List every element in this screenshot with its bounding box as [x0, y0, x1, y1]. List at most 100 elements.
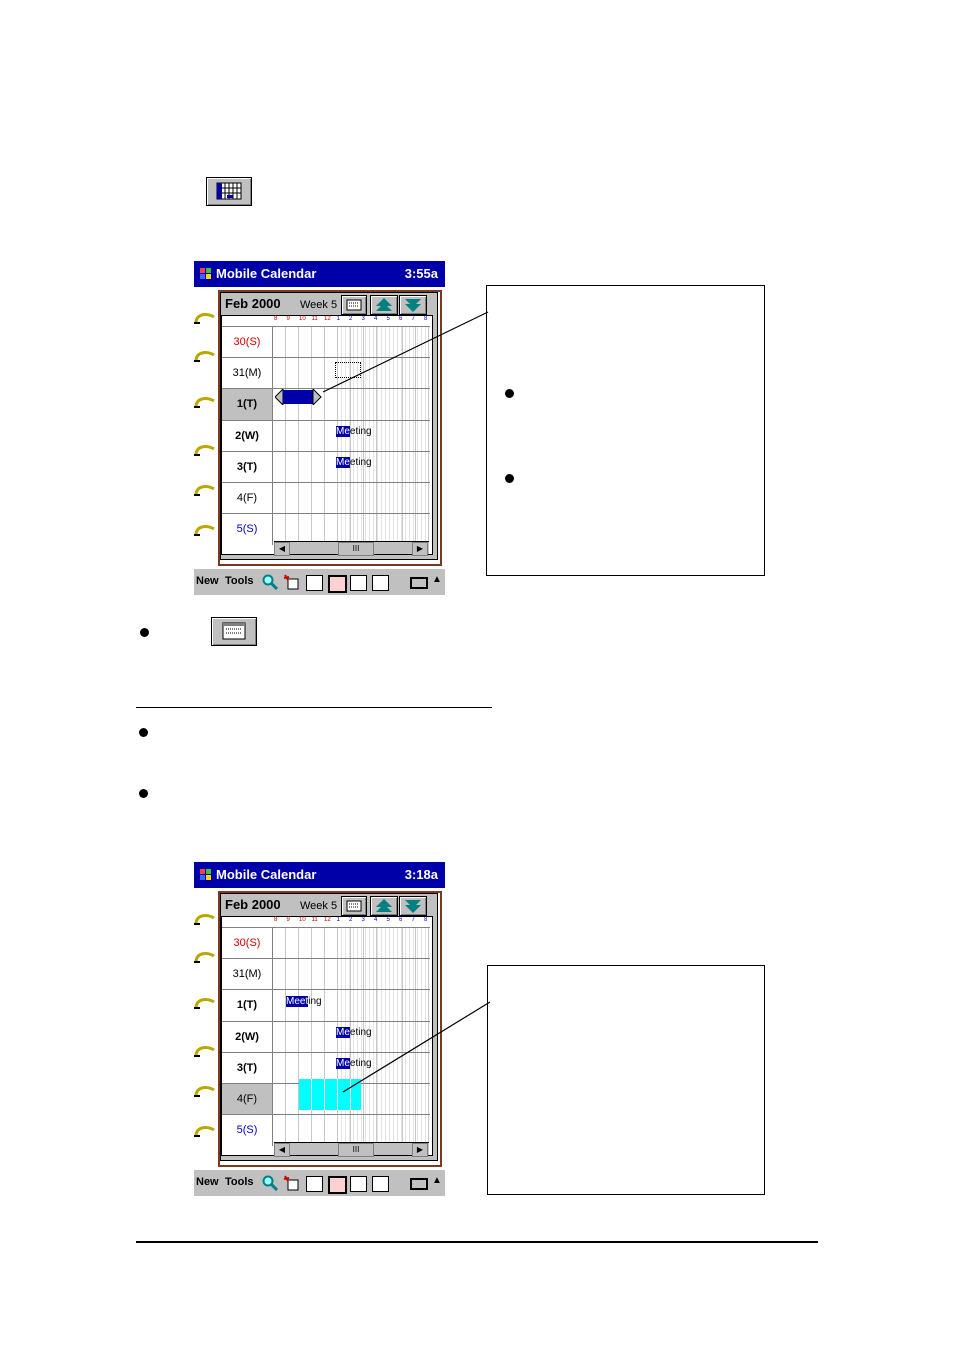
day-label[interactable]: 3(T): [222, 451, 273, 483]
callout-box-1: [486, 285, 765, 576]
new-appointment-icon[interactable]: [283, 1175, 299, 1191]
app-title: Mobile Calendar: [216, 867, 317, 882]
scroll-left-icon[interactable]: ◀: [274, 542, 290, 556]
windows-start-icon: [198, 266, 213, 281]
horizontal-scrollbar[interactable]: ◀ III ▶: [274, 541, 429, 556]
command-bar: New Tools ▲: [194, 568, 445, 595]
hour-tick-label: 12: [324, 917, 331, 923]
scroll-thumb[interactable]: III: [338, 1143, 374, 1157]
selected-event[interactable]: [275, 389, 323, 405]
footer-rule: [136, 1241, 818, 1243]
day-label[interactable]: 5(S): [222, 1115, 273, 1147]
sip-arrow-icon[interactable]: ▲: [432, 574, 442, 585]
new-appointment-icon[interactable]: [283, 574, 299, 590]
windows-start-icon: [198, 867, 213, 882]
hour-tick-label: 3: [361, 917, 365, 923]
day-label[interactable]: 1(T): [222, 389, 273, 421]
day-label[interactable]: 4(F): [222, 483, 273, 514]
prev-week-button[interactable]: [370, 896, 398, 916]
hour-cells[interactable]: [273, 483, 429, 514]
day-label[interactable]: 31(M): [222, 959, 273, 991]
day-label[interactable]: 4(F): [222, 1084, 273, 1115]
day-row[interactable]: 31(M): [222, 958, 430, 991]
hour-cells[interactable]: [273, 928, 429, 959]
day-label[interactable]: 1(T): [222, 990, 273, 1022]
scroll-right-icon[interactable]: ▶: [412, 542, 428, 556]
agenda-view-icon[interactable]: [372, 1176, 389, 1192]
search-icon[interactable]: [262, 574, 278, 590]
day-view-icon[interactable]: [306, 575, 323, 591]
bullet: [139, 789, 148, 798]
scroll-left-icon[interactable]: ◀: [274, 1143, 290, 1157]
day-label[interactable]: 31(M): [222, 358, 273, 390]
day-label[interactable]: 2(W): [222, 1021, 273, 1053]
view-toggle-button[interactable]: [341, 896, 367, 916]
hour-tick-label: 7: [411, 917, 415, 923]
next-week-button[interactable]: [399, 896, 427, 916]
search-icon[interactable]: [262, 1175, 278, 1191]
agenda-view-icon[interactable]: [372, 575, 389, 591]
day-row[interactable]: 30(S): [222, 927, 430, 959]
day-row[interactable]: 2(W): [222, 419, 430, 452]
week-view-icon[interactable]: [328, 1176, 347, 1194]
hour-tick-label: 1: [336, 917, 340, 923]
week-label: Week 5: [300, 900, 338, 912]
hour-tick-label: 5: [386, 917, 390, 923]
title-bar: Mobile Calendar 3:18a: [194, 862, 445, 888]
week-view-icon[interactable]: [328, 575, 347, 593]
day-row[interactable]: 4(F): [222, 482, 430, 514]
scroll-right-icon[interactable]: ▶: [412, 1143, 428, 1157]
hour-tick-label: 4: [374, 917, 378, 923]
day-label[interactable]: 2(W): [222, 420, 273, 452]
title-bar: Mobile Calendar 3:55a: [194, 261, 445, 287]
callout-bullet: [505, 474, 514, 483]
month-label: Feb 2000: [225, 897, 281, 912]
week-view-icon: [206, 177, 252, 206]
day-row[interactable]: 3(T): [222, 450, 430, 483]
hour-ruler: 8 9 10 11 12 1 2 3 4 5 6 7 8: [274, 917, 430, 925]
section-divider: [136, 707, 492, 708]
keyboard-icon[interactable]: [410, 577, 428, 589]
hour-cells[interactable]: [273, 959, 429, 991]
view-toggle-icon: [211, 617, 257, 646]
tools-menu[interactable]: Tools: [225, 1176, 254, 1188]
clock[interactable]: 3:55a: [405, 261, 438, 287]
callout-leader-1: [322, 311, 489, 393]
hour-tick-label: 2: [349, 917, 353, 923]
tools-menu[interactable]: Tools: [225, 575, 254, 587]
new-menu[interactable]: New: [196, 575, 219, 587]
new-menu[interactable]: New: [196, 1176, 219, 1188]
meeting-event[interactable]: Meeting: [336, 425, 372, 438]
hour-tick-label: 8: [274, 917, 278, 923]
hour-tick-label: 10: [299, 316, 306, 322]
callout-leader-2: [342, 1001, 491, 1093]
day-label[interactable]: 30(S): [222, 928, 273, 959]
bullet: [140, 628, 149, 637]
hour-tick-label: 10: [299, 917, 306, 923]
day-label[interactable]: 5(S): [222, 514, 273, 546]
day-label[interactable]: 30(S): [222, 327, 273, 358]
hour-tick-label: 8: [274, 316, 278, 322]
bullet: [139, 728, 148, 737]
hour-tick-label: 11: [311, 316, 318, 322]
month-label: Feb 2000: [225, 296, 281, 311]
month-view-icon[interactable]: [350, 575, 367, 591]
clock[interactable]: 3:18a: [405, 862, 438, 888]
hour-tick-label: 8: [424, 917, 428, 923]
day-label[interactable]: 3(T): [222, 1052, 273, 1084]
sip-arrow-icon[interactable]: ▲: [432, 1175, 442, 1186]
hour-tick-label: 11: [311, 917, 318, 923]
day-view-icon[interactable]: [306, 1176, 323, 1192]
app-title: Mobile Calendar: [216, 266, 317, 281]
meeting-event[interactable]: Meeting: [336, 456, 372, 469]
binder-rings: [194, 888, 218, 1169]
month-view-icon[interactable]: [350, 1176, 367, 1192]
hour-tick-label: 9: [286, 917, 290, 923]
keyboard-icon[interactable]: [410, 1178, 428, 1190]
meeting-event[interactable]: Meeting: [286, 995, 322, 1008]
hour-tick-label: 6: [399, 917, 403, 923]
callout-bullet: [505, 389, 514, 398]
hour-tick-label: 9: [286, 316, 290, 322]
horizontal-scrollbar[interactable]: ◀ III ▶: [274, 1142, 429, 1157]
scroll-thumb[interactable]: III: [338, 542, 374, 556]
